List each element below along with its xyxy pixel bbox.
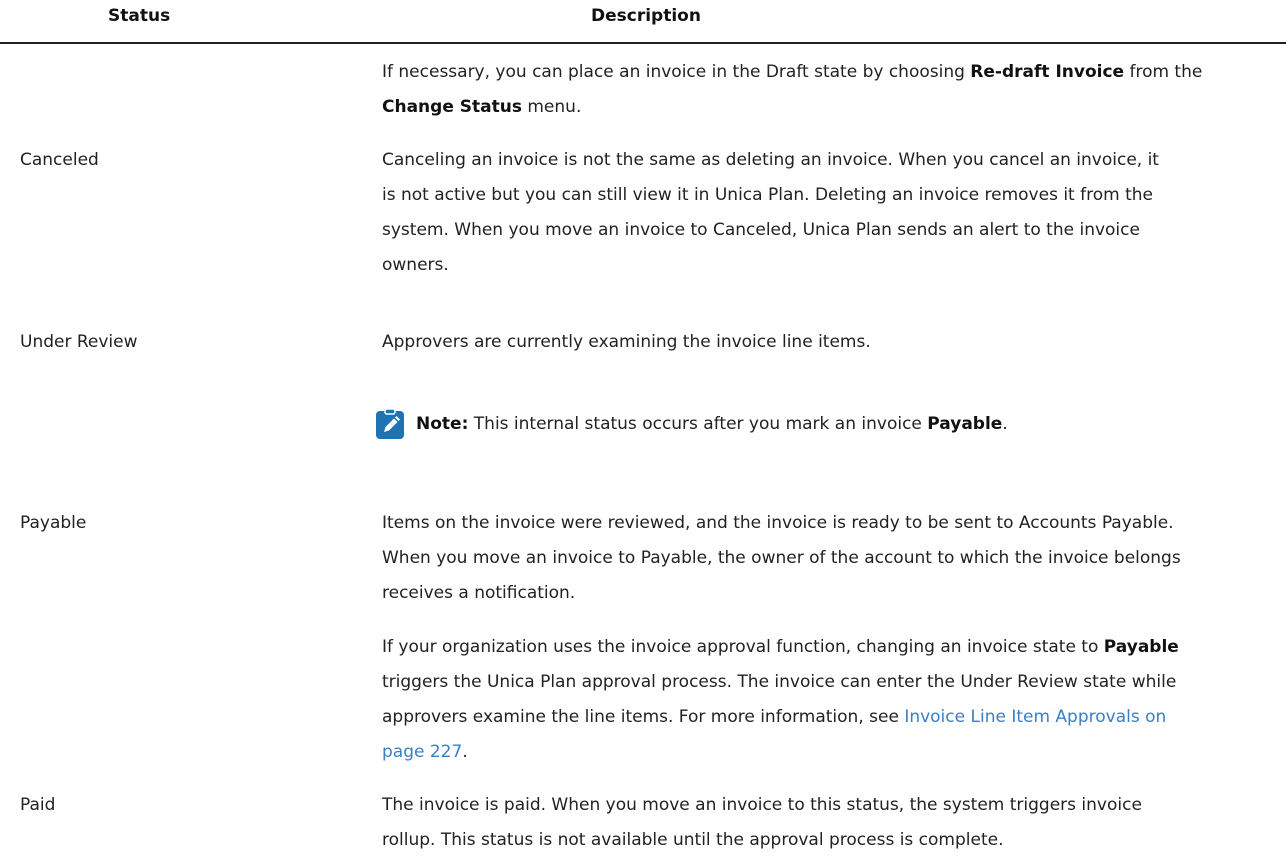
payable-approval-line-1: If your organization uses the invoice ap… — [382, 637, 1179, 657]
status-payable: Payable — [20, 513, 87, 533]
description-column-header: Description — [591, 6, 701, 26]
re-draft-invoice-text: Re-draft Invoice — [970, 62, 1125, 82]
status-paid: Paid — [20, 795, 56, 815]
continued-description-line-1: If necessary, you can place an invoice i… — [382, 62, 1203, 82]
page-227-link[interactable]: page 227 — [382, 742, 462, 762]
status-under-review: Under Review — [20, 332, 138, 352]
payable-state-bold-text: Payable — [1103, 637, 1179, 657]
header-divider — [0, 42, 1286, 44]
pencil-note-icon — [376, 409, 404, 439]
payable-description-line: Items on the invoice were reviewed, and … — [382, 513, 1174, 533]
payable-approval-line-4: page 227. — [382, 742, 468, 762]
note-label: Note: — [416, 414, 469, 434]
payable-description-line: receives a notification. — [382, 583, 576, 603]
payable-approval-line-2: triggers the Unica Plan approval process… — [382, 672, 1177, 692]
under-review-description: Approvers are currently examining the in… — [382, 332, 871, 352]
paid-description-line: rollup. This status is not available unt… — [382, 830, 1004, 850]
status-column-header: Status — [108, 6, 171, 26]
payable-approval-line-3: approvers examine the line items. For mo… — [382, 707, 1167, 727]
change-status-text: Change Status — [382, 97, 522, 117]
paid-description-line: The invoice is paid. When you move an in… — [382, 795, 1142, 815]
canceled-description-line: Canceling an invoice is not the same as … — [382, 150, 1159, 170]
canceled-description-line: system. When you move an invoice to Canc… — [382, 220, 1140, 240]
document-page: Status Description If necessary, you can… — [0, 0, 1286, 863]
continued-description-line-2: Change Status menu. — [382, 97, 582, 117]
payable-bold-text: Payable — [927, 414, 1003, 434]
canceled-description-line: is not active but you can still view it … — [382, 185, 1153, 205]
canceled-description-line: owners. — [382, 255, 449, 275]
status-canceled: Canceled — [20, 150, 99, 170]
payable-description-line: When you move an invoice to Payable, the… — [382, 548, 1181, 568]
invoice-line-item-approvals-link[interactable]: Invoice Line Item Approvals on — [904, 707, 1166, 727]
note-text: Note: This internal status occurs after … — [416, 414, 1008, 434]
